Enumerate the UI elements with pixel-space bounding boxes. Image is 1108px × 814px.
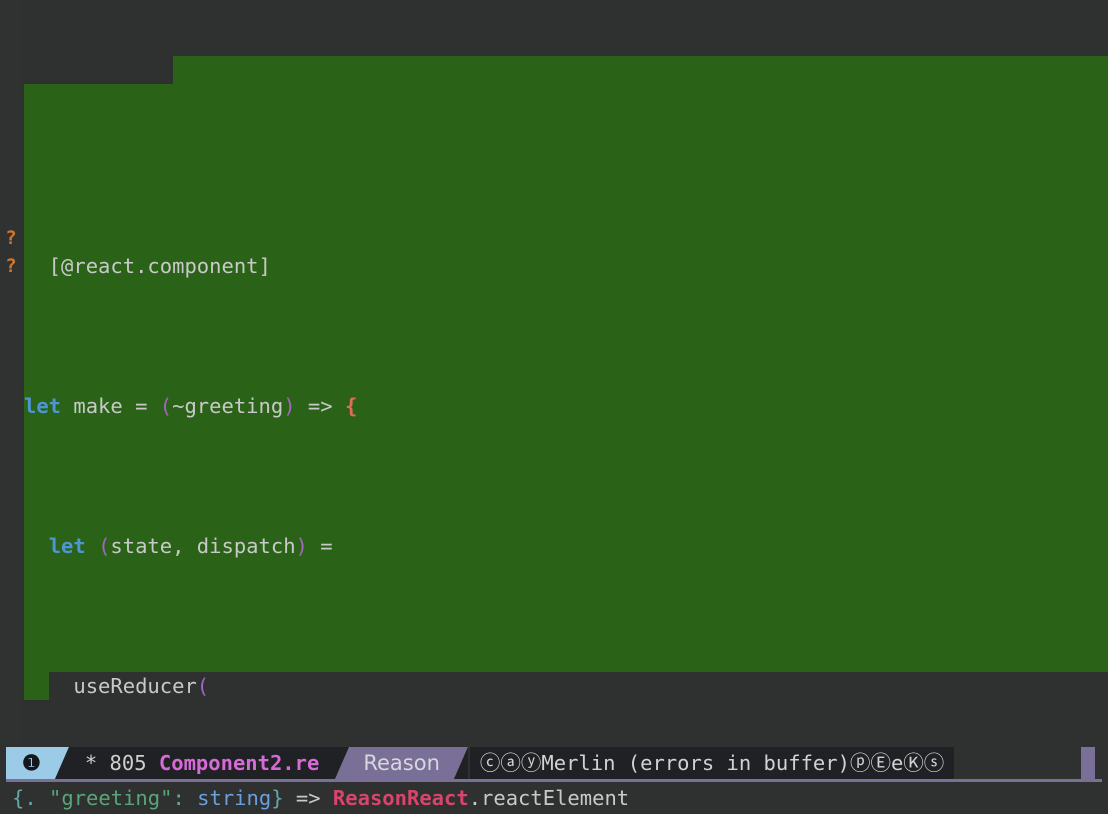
editor-pane[interactable]: ? ? [@react.component] let make = (~gree… [0, 0, 1108, 744]
code-line: useReducer( [24, 674, 210, 698]
cmdline-module: ReasonReact [332, 786, 469, 810]
file-name: Component2.re [158, 751, 320, 775]
selection-highlight [173, 56, 1108, 84]
mode-badge[interactable]: ❶ [6, 747, 55, 779]
cmdline-member: .reactElement [468, 786, 630, 810]
cmdline-open-brace: {. [12, 786, 37, 810]
cmdline-arrow: => [283, 786, 333, 810]
cmdline-label: "greeting" [36, 786, 173, 810]
buffer-number: 805 [109, 751, 147, 775]
powerline-separator-icon [54, 747, 69, 779]
merlin-status[interactable]: ⓒⓐⓨMerlin (errors in buffer)ⓟⒺeⓀⓢ [469, 747, 955, 779]
file-info[interactable]: * 805 Component2.re [68, 747, 336, 779]
sign-gutter: ? ? [0, 0, 22, 744]
error-sign-1[interactable]: ? [3, 224, 19, 252]
cmdline-type: string [197, 786, 272, 810]
error-sign-2[interactable]: ? [3, 252, 19, 280]
status-line: ❶ * 805 Component2.re Reason ⓒⓐⓨMerlin (… [0, 744, 1108, 782]
command-line[interactable]: {. "greeting": string} => ReasonReact.re… [0, 782, 1108, 814]
cmdline-colon: : [172, 786, 198, 810]
code-line: let make = (~greeting) => { [24, 394, 358, 418]
selection-highlight [24, 84, 1108, 672]
powerline-separator-icon [335, 747, 350, 779]
status-right-cap [1081, 747, 1095, 779]
code-line: [@react.component] [24, 254, 271, 278]
code-line: let (state, dispatch) = [48, 534, 333, 558]
status-left-group: ❶ * 805 Component2.re Reason ⓒⓐⓨMerlin (… [6, 747, 955, 779]
vim-window: ? ? [@react.component] let make = (~gree… [0, 0, 1108, 814]
powerline-separator-icon [453, 747, 468, 779]
code-area[interactable]: [@react.component] let make = (~greeting… [22, 0, 1108, 744]
modified-flag: * [84, 751, 98, 775]
filetype-badge[interactable]: Reason [349, 747, 454, 779]
cmdline-close-brace: } [271, 786, 284, 810]
